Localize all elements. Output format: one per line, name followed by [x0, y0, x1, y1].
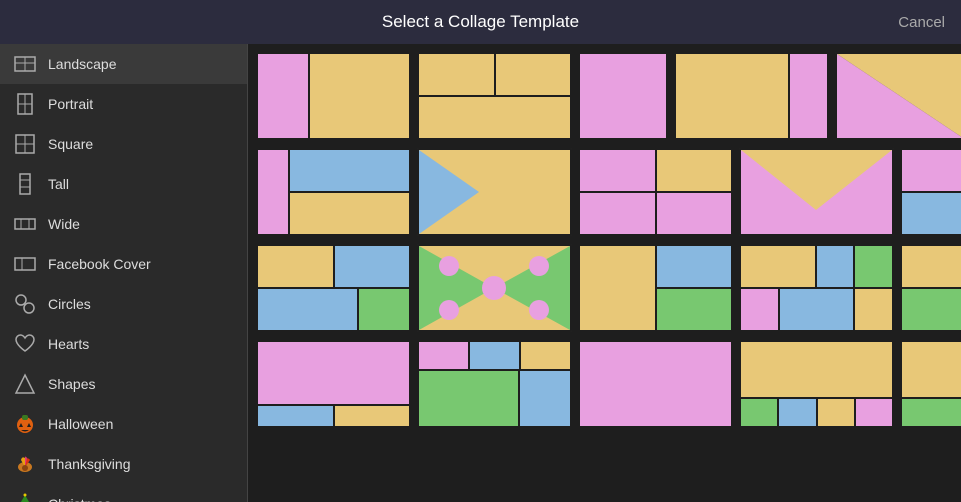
sidebar-label-portrait: Portrait [48, 96, 93, 112]
sidebar-label-circles: Circles [48, 296, 91, 312]
shapes-icon [14, 373, 36, 395]
template-item[interactable] [578, 52, 668, 140]
sidebar-item-square[interactable]: Square [0, 124, 247, 164]
sidebar-label-tall: Tall [48, 176, 69, 192]
template-row-3 [256, 244, 953, 332]
template-item[interactable] [578, 244, 733, 332]
sidebar-item-christmas[interactable]: Christmas [0, 484, 247, 502]
sidebar-label-shapes: Shapes [48, 376, 95, 392]
template-item[interactable] [900, 244, 961, 332]
landscape-icon [14, 53, 36, 75]
template-item[interactable] [417, 148, 572, 236]
sidebar-item-portrait[interactable]: Portrait [0, 84, 247, 124]
template-item[interactable] [739, 340, 894, 428]
template-item[interactable] [900, 340, 961, 428]
template-grid [248, 44, 961, 502]
template-item[interactable] [900, 148, 961, 236]
portrait-icon [14, 93, 36, 115]
template-item[interactable] [578, 340, 733, 428]
sidebar-item-landscape[interactable]: Landscape [0, 44, 247, 84]
thanksgiving-icon [14, 453, 36, 475]
sidebar-item-thanksgiving[interactable]: Thanksgiving [0, 444, 247, 484]
sidebar: Landscape Portrait Square [0, 44, 248, 502]
template-item[interactable] [739, 244, 894, 332]
template-item[interactable] [417, 340, 572, 428]
app-header: Select a Collage Template Cancel [0, 0, 961, 44]
sidebar-item-wide[interactable]: Wide [0, 204, 247, 244]
square-icon [14, 133, 36, 155]
template-row-1 [256, 52, 953, 140]
sidebar-item-circles[interactable]: Circles [0, 284, 247, 324]
template-item[interactable] [417, 52, 572, 140]
sidebar-label-hearts: Hearts [48, 336, 89, 352]
template-item[interactable] [256, 244, 411, 332]
dialog-title: Select a Collage Template [382, 12, 579, 32]
tall-icon [14, 173, 36, 195]
sidebar-item-shapes[interactable]: Shapes [0, 364, 247, 404]
sidebar-item-facebook[interactable]: Facebook Cover [0, 244, 247, 284]
template-item[interactable] [739, 148, 894, 236]
template-item[interactable] [835, 52, 961, 140]
template-item[interactable] [578, 148, 733, 236]
main-layout: Landscape Portrait Square [0, 44, 961, 502]
template-item[interactable] [417, 244, 572, 332]
template-item[interactable] [256, 340, 411, 428]
template-item[interactable] [674, 52, 829, 140]
sidebar-label-wide: Wide [48, 216, 80, 232]
facebook-icon [14, 253, 36, 275]
sidebar-label-square: Square [48, 136, 93, 152]
template-row-2 [256, 148, 953, 236]
hearts-icon [14, 333, 36, 355]
template-row-4 [256, 340, 953, 428]
sidebar-label-thanksgiving: Thanksgiving [48, 456, 131, 472]
sidebar-label-facebook: Facebook Cover [48, 256, 151, 272]
template-item[interactable] [256, 52, 411, 140]
template-item[interactable] [256, 148, 411, 236]
sidebar-label-christmas: Christmas [48, 496, 111, 502]
wide-icon [14, 213, 36, 235]
sidebar-label-landscape: Landscape [48, 56, 117, 72]
halloween-icon [14, 413, 36, 435]
christmas-icon [14, 493, 36, 502]
circles-icon [14, 293, 36, 315]
sidebar-item-halloween[interactable]: Halloween [0, 404, 247, 444]
cancel-button[interactable]: Cancel [898, 14, 945, 31]
sidebar-item-tall[interactable]: Tall [0, 164, 247, 204]
sidebar-label-halloween: Halloween [48, 416, 113, 432]
sidebar-item-hearts[interactable]: Hearts [0, 324, 247, 364]
